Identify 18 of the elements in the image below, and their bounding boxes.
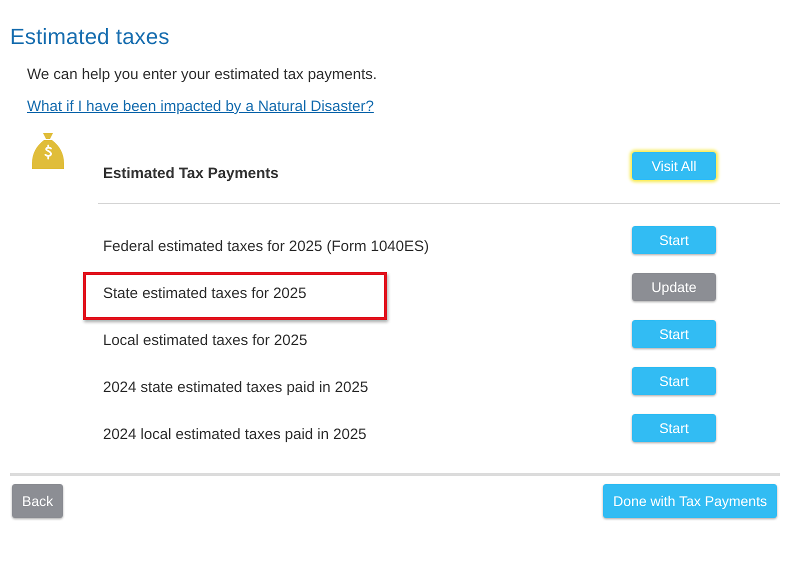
item-label: State estimated taxes for 2025	[102, 285, 308, 302]
item-label: 2024 state estimated taxes paid in 2025	[102, 379, 370, 396]
back-button[interactable]: Back	[12, 484, 64, 518]
start-button[interactable]: Start	[632, 226, 716, 254]
intro-text: We can help you enter your estimated tax payments.	[26, 65, 378, 85]
item-label: 2024 local estimated taxes paid in 2025	[102, 426, 368, 443]
money-bag-icon	[32, 133, 64, 169]
disaster-link[interactable]: What if I have been impacted by a Natural Disaster?	[27, 98, 374, 115]
item-label: Local estimated taxes for 2025	[102, 332, 308, 349]
item-label: Federal estimated taxes for 2025 (Form 1040ES)	[102, 238, 430, 255]
done-button[interactable]: Done with Tax Payments	[603, 484, 777, 518]
visit-all-button[interactable]: Visit All	[632, 152, 716, 180]
start-button[interactable]: Start	[632, 366, 716, 394]
update-button[interactable]: Update	[632, 272, 716, 300]
start-button[interactable]: Start	[632, 414, 716, 442]
section-title: Estimated Tax Payments	[103, 164, 280, 182]
start-button[interactable]: Start	[632, 320, 716, 348]
page-title: Estimated taxes	[10, 23, 171, 51]
